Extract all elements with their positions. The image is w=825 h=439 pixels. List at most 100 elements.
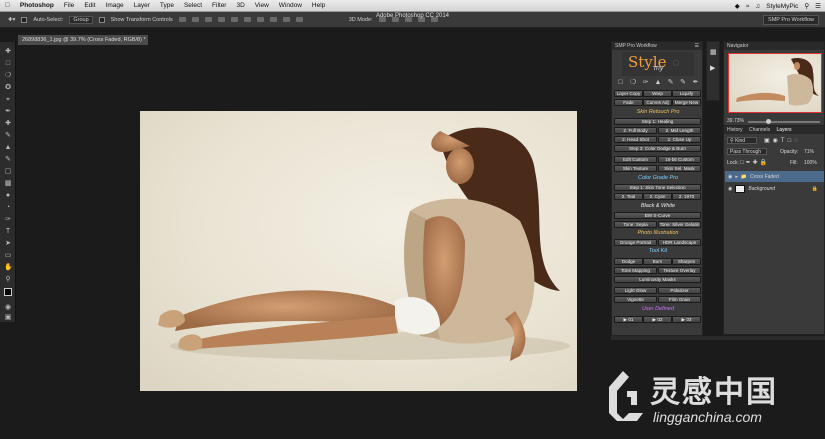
align-bottom-icon[interactable] (204, 17, 212, 22)
tab-history[interactable]: History (727, 127, 743, 133)
skin-sel-mask-button[interactable]: Skin Sel. Mask (658, 165, 701, 172)
volume-icon[interactable]: ♫ (755, 3, 760, 10)
user-action-03-button[interactable]: ▶ 03 (672, 316, 701, 323)
mid-length-button[interactable]: 2. Mid Length (658, 127, 701, 134)
eyedropper-icon[interactable]: ✒ (4, 108, 12, 116)
tone-mapping-button[interactable]: Tone Mapping (614, 267, 657, 274)
menu-filter[interactable]: Filter (207, 2, 231, 9)
healing-icon[interactable]: ✚ (4, 120, 12, 128)
blend-mode-dropdown[interactable]: Pass Through (727, 148, 767, 155)
3d-roll-icon[interactable] (391, 17, 399, 22)
menu-window[interactable]: Window (274, 2, 307, 9)
dropbox-icon[interactable]: ◆ (735, 2, 740, 10)
merge-new-button[interactable]: Merge New (672, 99, 701, 106)
liquify-button[interactable]: Liquify (672, 90, 701, 97)
navigator-zoom-value[interactable]: 39.73% (727, 118, 744, 124)
teal-button[interactable]: 2. Teal (614, 193, 643, 200)
move-icon[interactable]: ✚ (4, 48, 12, 56)
auto-select-checkbox[interactable] (21, 16, 28, 23)
vignette-button[interactable]: Vignette (614, 296, 657, 303)
wifi-icon[interactable]: ≈ (746, 3, 750, 10)
tone-sepia-button[interactable]: Tone: Sepia (614, 221, 657, 228)
type-icon[interactable]: T (4, 228, 12, 236)
menu-app-name[interactable]: Photoshop (15, 2, 59, 9)
pen-icon[interactable]: ✑ (4, 216, 12, 224)
brush-icon[interactable]: ✎ (666, 78, 675, 87)
layer-name[interactable]: Background (748, 186, 775, 192)
expand-icon[interactable]: ▸ (735, 174, 738, 180)
brush-icon[interactable]: ✎ (4, 132, 12, 140)
path-select-icon[interactable]: ➤ (4, 240, 12, 248)
blur-icon[interactable]: ● (4, 192, 12, 200)
step3-dodge-burn-button[interactable]: Step 3: Color Dodge & Burn (614, 145, 701, 152)
eraser-icon[interactable]: ▢ (4, 168, 12, 176)
marquee-icon[interactable]: □ (4, 60, 12, 68)
gradient-icon[interactable]: ▩ (4, 180, 12, 188)
lasso-icon[interactable]: ❍ (4, 72, 12, 80)
history-brush-icon[interactable]: ✎ (4, 156, 12, 164)
3d-slide-icon[interactable] (417, 17, 425, 22)
heal-brush-icon[interactable]: ✎ (679, 78, 688, 87)
skin-tone-selection-button[interactable]: Step 1: Skin Tone Selection (614, 184, 701, 191)
hand-icon[interactable]: ✋ (4, 264, 13, 272)
opacity-value[interactable]: 71% (804, 149, 814, 155)
menu-select[interactable]: Select (179, 2, 207, 9)
user-name[interactable]: StyleMyPic (766, 3, 798, 10)
menu-file[interactable]: File (59, 2, 79, 9)
menu-image[interactable]: Image (101, 2, 129, 9)
quick-select-icon[interactable]: ✪ (4, 84, 12, 92)
distribute-v-icon[interactable] (282, 17, 290, 22)
grunge-portrait-button[interactable]: Grunge Portrait (614, 239, 657, 246)
align-right-icon[interactable] (243, 17, 251, 22)
fill-value[interactable]: 100% (804, 160, 817, 166)
dodge-button[interactable]: Dodge (614, 258, 643, 265)
crop-icon[interactable]: ⌖ (4, 96, 12, 104)
navigator-zoom-slider[interactable] (748, 119, 820, 124)
tab-layers[interactable]: Layers (776, 127, 791, 133)
user-action-01-button[interactable]: ▶ 01 (614, 316, 643, 323)
navigator-header[interactable]: Navigator (724, 42, 824, 50)
step1-healing-button[interactable]: Step 1: Healing (614, 118, 701, 125)
layer-filter-icons[interactable]: ▣◉T□◌ (764, 137, 801, 144)
auto-align-icon[interactable] (295, 17, 303, 22)
smp-panel-header[interactable]: SMP Pro Workflow ☰ (612, 42, 702, 50)
eyedropper-icon[interactable]: ✒ (691, 78, 700, 87)
polarizer-button[interactable]: Polarizer (658, 287, 701, 294)
stamp-icon[interactable]: ▲ (4, 144, 12, 152)
align-middle-icon[interactable] (191, 17, 199, 22)
list-icon[interactable]: ☰ (815, 2, 821, 10)
burn-button[interactable]: Burn (643, 258, 672, 265)
distribute-h-icon[interactable] (269, 17, 277, 22)
edit-custom-button[interactable]: Edit Custom (614, 156, 657, 163)
menu-edit[interactable]: Edit (79, 2, 100, 9)
curves-adj-button[interactable]: Curves Adj (643, 99, 672, 106)
align-left-icon[interactable] (217, 17, 225, 22)
3d-rotate-icon[interactable] (378, 17, 386, 22)
layer-row-background[interactable]: ◉ Background 🔒 (725, 183, 824, 194)
menu-3d[interactable]: 3D (231, 2, 249, 9)
hdr-landscape-button[interactable]: HDR Landscape (658, 239, 701, 246)
bw-s-curve-button[interactable]: BW S-Curve (614, 212, 701, 219)
luminosity-masks-button[interactable]: Luminosity Masks (614, 276, 701, 283)
film-grain-button[interactable]: Film Grain (658, 296, 701, 303)
3d-drag-icon[interactable] (404, 17, 412, 22)
show-transform-checkbox[interactable] (98, 16, 105, 23)
menu-type[interactable]: Type (155, 2, 179, 9)
lock-icons[interactable]: □✒✚🔒 (740, 159, 769, 166)
3d-scale-icon[interactable] (430, 17, 438, 22)
full-body-button[interactable]: 2. Full Body (614, 127, 657, 134)
align-top-icon[interactable] (178, 17, 186, 22)
eye-icon[interactable]: ◉ (728, 174, 732, 180)
canvas-image[interactable] (140, 111, 577, 391)
menu-view[interactable]: View (250, 2, 274, 9)
warp-button[interactable]: Warp (643, 90, 672, 97)
fade-button[interactable]: Fade (614, 99, 643, 106)
dodge-icon[interactable]: ◔ (4, 204, 12, 212)
cyan-button[interactable]: 2. Cyan (643, 193, 672, 200)
eye-icon[interactable]: ◉ (728, 186, 732, 192)
sharpen-button[interactable]: Sharpen (672, 258, 701, 265)
user-action-02-button[interactable]: ▶ 02 (643, 316, 672, 323)
marquee-icon[interactable]: □ (616, 78, 625, 87)
apple-icon[interactable]:  (0, 2, 15, 9)
align-center-icon[interactable] (230, 17, 238, 22)
